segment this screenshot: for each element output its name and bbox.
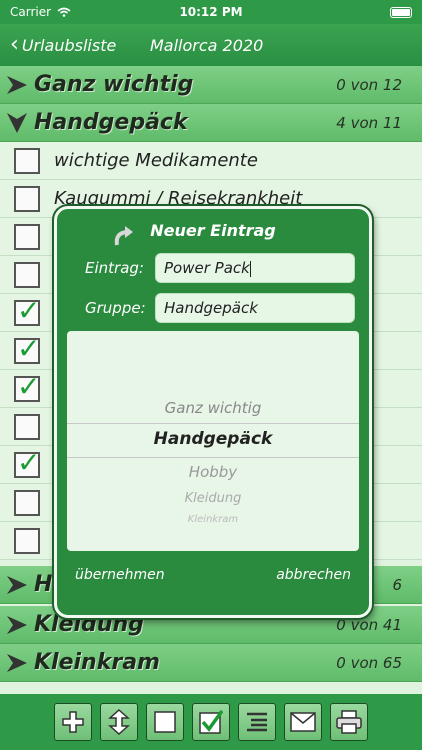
group-value: Handgepäck bbox=[164, 299, 258, 317]
text-cursor bbox=[249, 260, 251, 277]
checkbox-checked-icon bbox=[199, 709, 224, 734]
group-count: 6 bbox=[392, 575, 402, 594]
move-button[interactable] bbox=[100, 703, 138, 741]
add-button[interactable] bbox=[54, 703, 92, 741]
picker-option[interactable]: Kleidung bbox=[67, 491, 359, 506]
group-name: Ganz wichtig bbox=[34, 72, 194, 97]
checkbox[interactable] bbox=[14, 527, 40, 554]
checkbox-empty-icon bbox=[154, 711, 176, 733]
carrier-label: Carrier bbox=[10, 5, 52, 19]
arrow-right-icon bbox=[7, 615, 27, 634]
group-count: 4 von 11 bbox=[336, 113, 402, 132]
move-vertical-icon bbox=[108, 709, 130, 735]
picker-selection-line bbox=[67, 457, 359, 458]
plus-icon bbox=[62, 711, 84, 733]
list-icon bbox=[247, 712, 267, 732]
entry-label: Eintrag: bbox=[85, 259, 144, 277]
arrow-right-icon bbox=[7, 75, 27, 94]
status-bar: Carrier 10:12 PM bbox=[0, 0, 422, 24]
group-row-handgepaeck[interactable]: Handgepäck 4 von 11 bbox=[0, 104, 422, 142]
check-all-button[interactable] bbox=[192, 703, 230, 741]
list-item[interactable]: wichtige Medikamente bbox=[0, 142, 422, 180]
group-label: Gruppe: bbox=[85, 299, 146, 317]
checkbox[interactable] bbox=[14, 261, 40, 288]
uncheck-all-button[interactable] bbox=[146, 703, 184, 741]
checkbox[interactable] bbox=[14, 147, 40, 174]
checkbox[interactable] bbox=[14, 185, 40, 212]
checkbox-checked[interactable]: ✓ bbox=[14, 370, 40, 403]
dialog-title: Neuer Eintrag bbox=[150, 221, 276, 240]
checkbox[interactable] bbox=[14, 413, 40, 440]
checkbox[interactable] bbox=[14, 489, 40, 516]
checkmark-icon: ✓ bbox=[17, 293, 41, 327]
group-picker[interactable]: Ganz wichtig Handgepäck Hobby Kleidung K… bbox=[67, 331, 359, 551]
checkbox-checked[interactable]: ✓ bbox=[14, 446, 40, 479]
accept-button[interactable]: übernehmen bbox=[75, 567, 165, 583]
list-button[interactable] bbox=[238, 703, 276, 741]
arrow-down-icon bbox=[7, 112, 27, 133]
wifi-icon bbox=[57, 7, 71, 17]
bottom-toolbar bbox=[0, 694, 422, 750]
page-title: Mallorca 2020 bbox=[150, 35, 264, 55]
picker-selection-line bbox=[67, 423, 359, 424]
picker-option[interactable]: Ganz wichtig bbox=[67, 399, 359, 417]
checkmark-icon: ✓ bbox=[17, 331, 41, 365]
arrow-right-icon bbox=[7, 575, 27, 594]
group-row-ganz-wichtig[interactable]: Ganz wichtig 0 von 12 bbox=[0, 66, 422, 104]
group-name: Kleinkram bbox=[34, 650, 160, 675]
arrow-right-icon bbox=[7, 653, 27, 672]
group-count: 0 von 65 bbox=[336, 653, 402, 672]
group-row-kleinkram[interactable]: Kleinkram 0 von 65 bbox=[0, 644, 422, 682]
group-count: 0 von 12 bbox=[336, 75, 402, 94]
carrier-wifi: Carrier bbox=[10, 5, 71, 19]
picker-option[interactable]: Kleinkram bbox=[67, 514, 359, 525]
item-name: wichtige Medikamente bbox=[54, 150, 258, 171]
checkmark-icon: ✓ bbox=[17, 445, 41, 479]
checkbox-checked[interactable]: ✓ bbox=[14, 332, 40, 365]
new-entry-dialog: Neuer Eintrag Eintrag: Power Pack Gruppe… bbox=[54, 206, 372, 618]
group-name: Handgepäck bbox=[34, 110, 188, 135]
back-label: Urlaubsliste bbox=[21, 35, 117, 55]
group-count: 0 von 41 bbox=[336, 615, 402, 634]
battery-icon bbox=[390, 6, 412, 18]
print-button[interactable] bbox=[330, 703, 368, 741]
checkbox-checked[interactable]: ✓ bbox=[14, 294, 40, 327]
nav-bar: ‹ Urlaubsliste Mallorca 2020 bbox=[0, 24, 422, 66]
picker-option[interactable]: Hobby bbox=[67, 463, 359, 481]
back-button[interactable]: ‹ Urlaubsliste bbox=[0, 34, 116, 56]
group-field[interactable]: Handgepäck bbox=[155, 293, 355, 323]
checkmark-icon: ✓ bbox=[17, 369, 41, 403]
checkbox[interactable] bbox=[14, 223, 40, 250]
picker-option-selected[interactable]: Handgepäck bbox=[67, 429, 359, 449]
chevron-left-icon: ‹ bbox=[10, 32, 19, 57]
mail-button[interactable] bbox=[284, 703, 322, 741]
entry-value: Power Pack bbox=[164, 259, 250, 277]
group-name: H bbox=[34, 572, 53, 597]
entry-field[interactable]: Power Pack bbox=[155, 253, 355, 283]
cancel-button[interactable]: abbrechen bbox=[276, 567, 351, 583]
print-icon bbox=[336, 710, 362, 734]
mail-icon bbox=[290, 712, 316, 732]
